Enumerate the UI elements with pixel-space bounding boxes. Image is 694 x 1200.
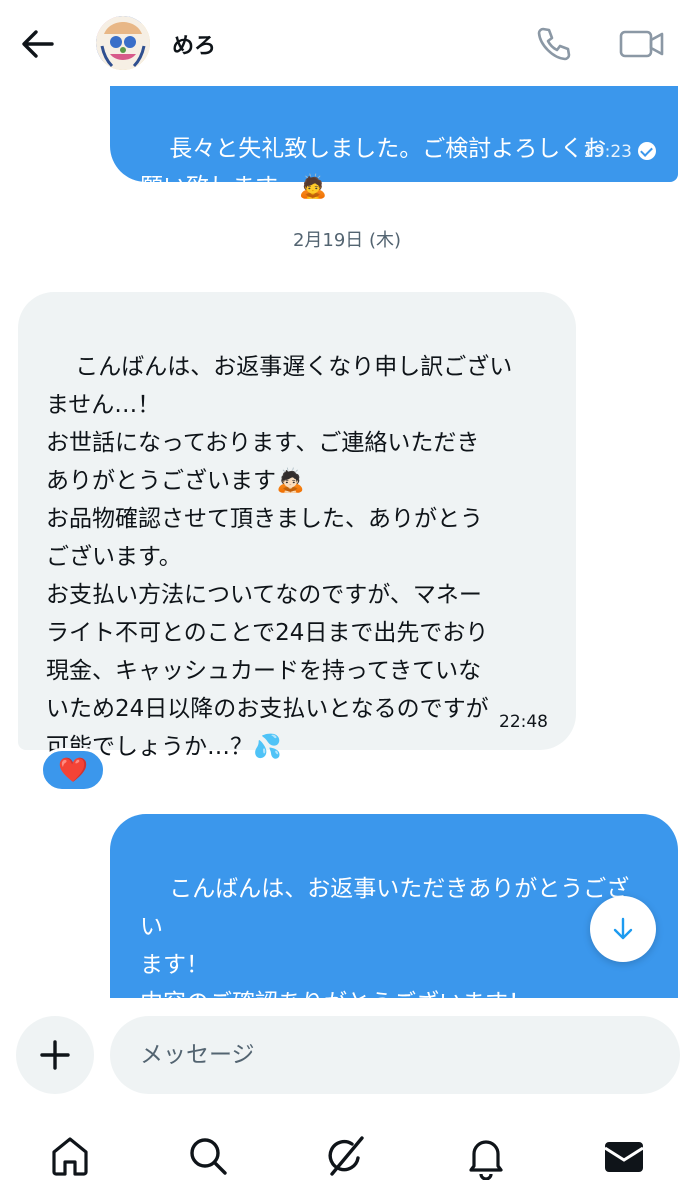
plus-icon [40,1040,70,1070]
back-arrow-icon[interactable] [18,24,58,64]
bottom-tab-bar [0,1108,694,1200]
notifications-icon[interactable] [462,1132,510,1181]
message-list[interactable]: 長々と失礼致しました。ご検討よろしくお 願い致します。🙇 19:23 2月19日… [0,86,694,998]
date-separator: 2月19日 (木) [292,230,402,251]
message-text: こんばんは、お返事遅くなり申し訳ござい ません…！ お世話になっております、ご連… [46,354,513,760]
scroll-down-button[interactable] [590,896,656,962]
message-text: こんばんは、お返事いただきありがとうござい ます！ 内容のご確認ありがとうござい… [140,876,630,998]
grok-icon[interactable] [322,1132,370,1180]
conversation-header: めろ [0,0,694,86]
message-composer [0,998,694,1108]
phone-icon[interactable] [534,24,574,64]
arrow-down-icon [613,917,633,940]
outgoing-message[interactable]: 長々と失礼致しました。ご検討よろしくお 願い致します。🙇 19:23 [110,86,678,200]
add-attachment-button[interactable] [16,1016,94,1094]
search-icon[interactable] [184,1132,232,1180]
outgoing-message[interactable]: こんばんは、お返事いただきありがとうござい ます！ 内容のご確認ありがとうござい… [110,814,678,998]
home-icon[interactable] [46,1132,94,1180]
message-text: 長々と失礼致しました。ご検討よろしくお 願い致します。🙇 [140,136,607,200]
incoming-message[interactable]: こんばんは、お返事遅くなり申し訳ござい ません…！ お世話になっております、ご連… [18,292,576,760]
video-camera-icon[interactable] [618,26,666,62]
read-check-icon [638,142,656,160]
message-input[interactable] [110,1016,680,1094]
message-timestamp: 22:48 [499,712,548,732]
heart-reaction-icon[interactable]: ❤️ [40,748,106,792]
message-timestamp: 19:23 [583,142,656,162]
avatar[interactable] [96,16,150,70]
messages-icon[interactable] [600,1132,648,1180]
contact-name[interactable]: めろ [172,28,216,60]
